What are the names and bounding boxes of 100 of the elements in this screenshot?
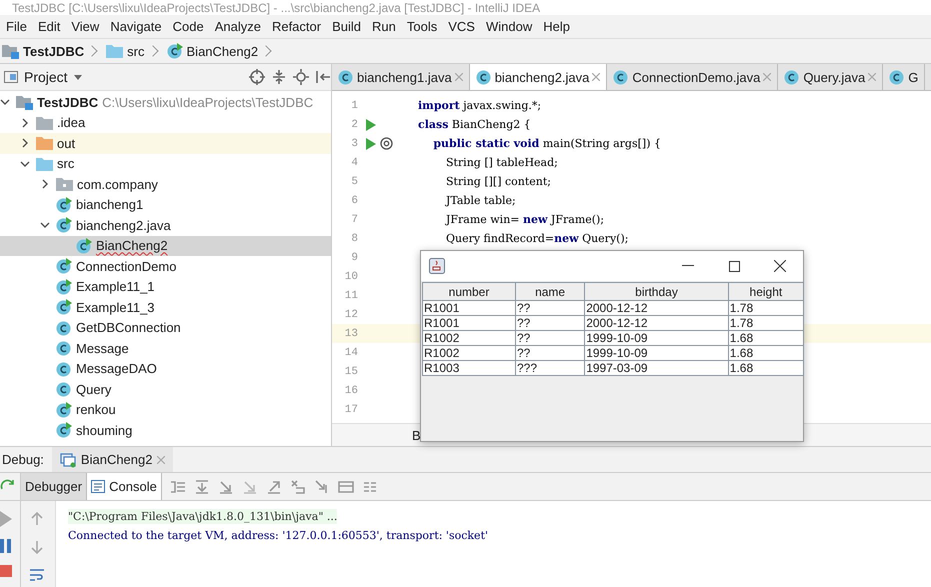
debug-session-tab[interactable]: BianCheng2 <box>52 447 174 472</box>
class-icon <box>889 69 906 85</box>
menu-item[interactable]: Navigate <box>104 19 167 34</box>
code-line: public static void main(String args[]) { <box>432 137 661 150</box>
table-cell: 1997-03-09 <box>584 360 728 376</box>
tree-item[interactable]: BianCheng2 <box>0 236 331 256</box>
menu-item[interactable]: Edit <box>32 19 66 34</box>
override-marker-icon[interactable] <box>380 137 393 150</box>
class-icon <box>476 69 492 85</box>
menu-item[interactable]: File <box>0 19 32 34</box>
code-line: Query findRecord=new Query(); <box>444 232 628 245</box>
panel-title[interactable]: Project <box>24 69 68 85</box>
runnable-class-icon <box>56 196 72 213</box>
tree-item[interactable]: src <box>0 154 331 174</box>
tree-item-label: MessageDAO <box>76 361 157 376</box>
tree-item[interactable]: renkou <box>0 400 331 420</box>
tree-item-label: Query <box>76 382 112 397</box>
chevron-down-icon[interactable] <box>20 158 30 169</box>
package-icon <box>56 177 73 192</box>
tree-item[interactable]: Example11_1 <box>0 276 331 297</box>
tree-item[interactable]: TestJDBC C:\Users\lixu\IdeaProjects\TestJDBC <box>0 92 331 112</box>
runnable-class-icon <box>56 422 72 438</box>
table-cell: 1999-10-09 <box>584 346 728 360</box>
column-header[interactable]: height <box>728 282 804 300</box>
column-header[interactable]: number <box>422 282 516 300</box>
tree-item[interactable]: ConnectionDemo <box>0 256 331 276</box>
tree-item[interactable]: out <box>0 133 331 154</box>
tree-item[interactable]: biancheng2.java <box>0 215 331 236</box>
menu-item[interactable]: Refactor <box>266 19 326 34</box>
folder-icon <box>36 136 53 150</box>
chevron-right-icon[interactable] <box>20 118 30 128</box>
tree-item[interactable]: GetDBConnection <box>0 318 331 338</box>
line-number: 4 <box>350 156 358 168</box>
dropdown-caret-icon[interactable] <box>74 74 82 80</box>
step-out-icon[interactable] <box>266 478 282 494</box>
class-icon <box>784 69 800 85</box>
step-into-icon[interactable] <box>218 478 234 494</box>
show-execution-point-icon[interactable] <box>170 478 186 494</box>
run-icon[interactable] <box>366 138 376 150</box>
breadcrumb-item[interactable]: TestJDBC <box>0 44 86 58</box>
tree-item[interactable]: Example11_3 <box>0 297 331 318</box>
locate-icon[interactable] <box>249 69 265 85</box>
chevron-down-icon[interactable] <box>40 220 50 230</box>
chevron-right-icon[interactable] <box>20 138 30 148</box>
menu-item[interactable]: Tools <box>400 19 442 34</box>
chevron-right-icon[interactable] <box>40 179 50 190</box>
code-line: JTable table; <box>444 194 516 207</box>
menu-item[interactable]: Window <box>480 19 538 34</box>
tree-item-label: renkou <box>76 402 116 418</box>
menu-item[interactable]: Analyze <box>208 19 266 34</box>
step-over-icon[interactable] <box>194 478 210 494</box>
tree-item[interactable]: shouming <box>0 420 331 440</box>
tree-item[interactable]: Message <box>0 338 331 358</box>
editor-tab[interactable]: biancheng2.java <box>470 64 608 90</box>
drop-frame-icon[interactable] <box>290 478 306 494</box>
tree-item-label: TestJDBC <box>37 94 98 110</box>
hide-panel-icon[interactable] <box>315 69 331 85</box>
down-arrow-icon[interactable] <box>29 539 45 555</box>
class-icon <box>56 320 72 336</box>
pause-icon[interactable] <box>0 539 12 553</box>
menu-item[interactable]: View <box>65 19 104 34</box>
evaluate-icon[interactable] <box>338 478 354 494</box>
tree-item[interactable]: com.company <box>0 174 331 194</box>
tree-item[interactable]: biancheng1 <box>0 194 331 215</box>
up-arrow-icon[interactable] <box>29 511 45 527</box>
table-cell: 2000-12-12 <box>584 300 728 316</box>
force-step-into-icon[interactable] <box>242 478 258 494</box>
maximize-icon[interactable] <box>728 260 740 272</box>
table-cell: R1002 <box>422 330 516 346</box>
menu-item[interactable]: VCS <box>442 19 480 34</box>
tree-item-label: Example11_1 <box>76 279 155 294</box>
run-to-cursor-icon[interactable] <box>314 478 330 494</box>
debug-tab[interactable]: Console <box>87 473 162 500</box>
chevron-down-icon[interactable] <box>0 97 10 108</box>
resume-icon[interactable] <box>0 511 12 527</box>
close-icon[interactable] <box>774 260 786 272</box>
column-header[interactable]: birthday <box>584 282 728 300</box>
editor-breadcrumb[interactable]: B <box>412 428 421 442</box>
tree-item[interactable]: .idea <box>0 112 331 133</box>
menu-item[interactable]: Help <box>537 19 575 34</box>
breadcrumb-item[interactable]: src <box>104 44 147 58</box>
run-icon[interactable] <box>366 118 376 130</box>
minimize-icon[interactable] <box>682 265 694 267</box>
folder-icon <box>106 44 124 58</box>
tree-item-label: biancheng2.java <box>76 218 171 233</box>
collapse-all-icon[interactable] <box>271 69 287 85</box>
menu-item[interactable]: Run <box>366 19 401 34</box>
table-cell: ??? <box>515 360 585 376</box>
menu-item[interactable]: Code <box>166 19 209 34</box>
debug-label: Debug: <box>1 452 45 467</box>
tree-item[interactable]: Query <box>0 379 331 400</box>
breadcrumb-item[interactable]: BianCheng2 <box>164 43 260 59</box>
column-header[interactable]: name <box>515 282 585 300</box>
soft-wrap-icon[interactable] <box>29 567 45 583</box>
table-cell: R1003 <box>422 360 516 376</box>
table-cell: 2000-12-12 <box>584 316 728 330</box>
debug-tab[interactable]: Debugger <box>21 473 88 500</box>
tree-item[interactable]: MessageDAO <box>0 358 331 379</box>
menu-item[interactable]: Build <box>326 19 366 34</box>
runnable-class-icon <box>56 278 72 295</box>
